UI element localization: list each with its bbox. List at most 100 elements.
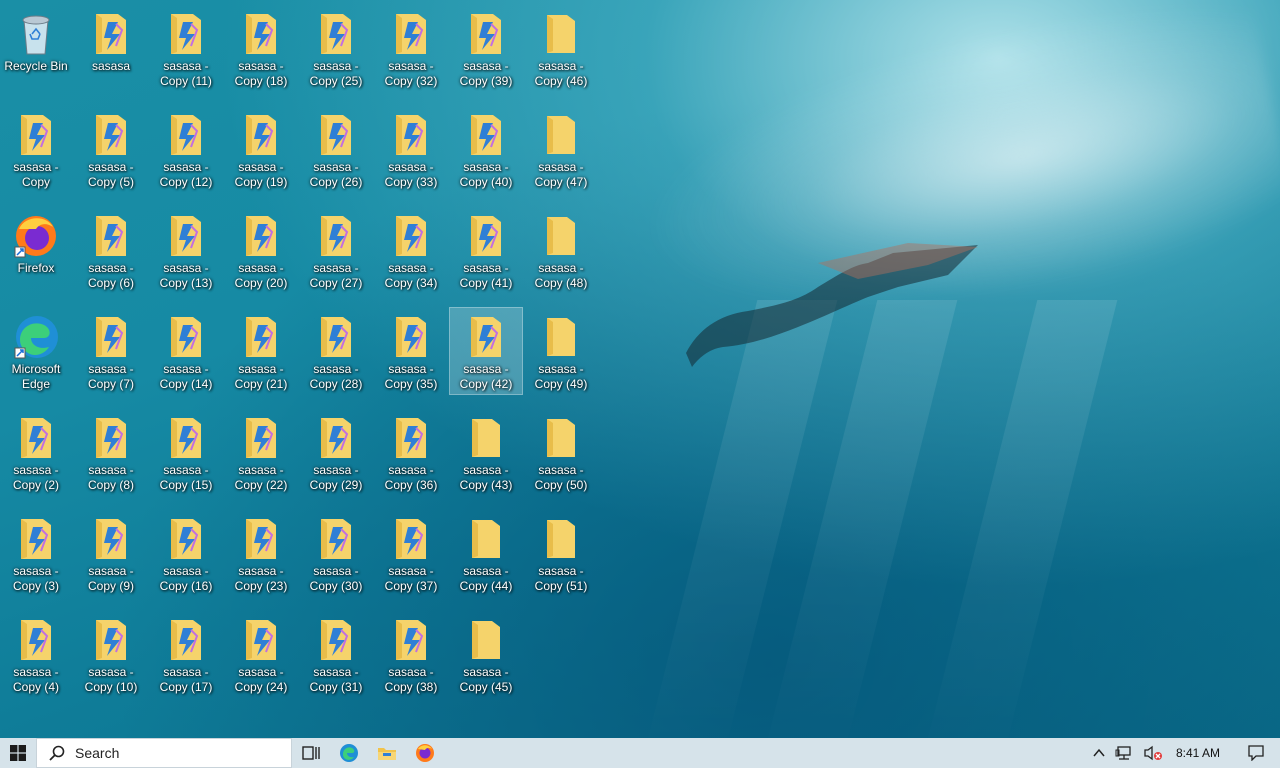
folder-icon (537, 516, 585, 562)
desktop-icon[interactable]: sasasa - Copy (47) (525, 106, 597, 192)
desktop-icon-label: sasasa - Copy (27) (309, 261, 363, 290)
volume-button[interactable] (1138, 738, 1168, 768)
desktop-icon-label: sasasa - Copy (30) (309, 564, 363, 593)
desktop-icon[interactable]: Microsoft Edge (0, 308, 72, 394)
desktop-icon[interactable]: sasasa - Copy (3) (0, 510, 72, 596)
desktop-icon[interactable]: sasasa - Copy (26) (300, 106, 372, 192)
desktop-icon[interactable]: sasasa - Copy (37) (375, 510, 447, 596)
desktop-icon[interactable]: sasasa - Copy (13) (150, 207, 222, 293)
recycle-bin-icon (12, 11, 60, 57)
desktop-icon[interactable]: sasasa - Copy (5) (75, 106, 147, 192)
desktop-icon[interactable]: sasasa - Copy (7) (75, 308, 147, 394)
desktop-icon[interactable]: sasasa - Copy (27) (300, 207, 372, 293)
desktop-icon[interactable]: sasasa - Copy (44) (450, 510, 522, 596)
desktop-icon-label: sasasa - Copy (37) (384, 564, 438, 593)
folder-app-icon (162, 314, 210, 360)
show-hidden-icons-button[interactable] (1088, 738, 1110, 768)
desktop-icon-label: sasasa - Copy (7) (87, 362, 134, 391)
taskbar-file-explorer-button[interactable] (368, 738, 406, 768)
folder-app-icon (87, 415, 135, 461)
desktop-icon[interactable]: sasasa - Copy (41) (450, 207, 522, 293)
desktop-icon[interactable]: sasasa - Copy (48) (525, 207, 597, 293)
desktop-icon[interactable]: sasasa - Copy (38) (375, 611, 447, 697)
desktop-icon[interactable]: sasasa - Copy (45) (450, 611, 522, 697)
desktop-icon[interactable]: sasasa - Copy (19) (225, 106, 297, 192)
taskbar-edge-button[interactable] (330, 738, 368, 768)
desktop-icon[interactable]: sasasa - Copy (8) (75, 409, 147, 495)
desktop-icon[interactable]: sasasa - Copy (42) (449, 307, 523, 395)
desktop-icon-label: sasasa - Copy (15) (159, 463, 213, 492)
taskbar-search-box[interactable]: Search (36, 738, 292, 768)
desktop-icon[interactable]: sasasa - Copy (36) (375, 409, 447, 495)
edge-icon (340, 744, 358, 762)
desktop-icon-label: sasasa - Copy (29) (309, 463, 363, 492)
desktop-icon[interactable]: sasasa - Copy (2) (0, 409, 72, 495)
desktop-icon[interactable]: sasasa - Copy (46) (525, 5, 597, 91)
desktop-icon-label: sasasa - Copy (23) (234, 564, 288, 593)
desktop-icon[interactable]: sasasa - Copy (12) (150, 106, 222, 192)
desktop-icon[interactable]: sasasa - Copy (20) (225, 207, 297, 293)
desktop-icon[interactable]: sasasa - Copy (6) (75, 207, 147, 293)
desktop-icon[interactable]: sasasa - Copy (24) (225, 611, 297, 697)
desktop-icon[interactable]: sasasa - Copy (16) (150, 510, 222, 596)
folder-app-icon (387, 314, 435, 360)
folder-app-icon (237, 415, 285, 461)
desktop-icon[interactable]: sasasa - Copy (50) (525, 409, 597, 495)
desktop-icon[interactable]: Firefox (0, 207, 72, 293)
desktop-icon[interactable]: sasasa - Copy (51) (525, 510, 597, 596)
desktop-icon[interactable]: sasasa - Copy (35) (375, 308, 447, 394)
desktop-icon-label: sasasa - Copy (2) (12, 463, 59, 492)
folder-icon (537, 11, 585, 57)
action-center-button[interactable] (1232, 738, 1280, 768)
desktop-icon-label: sasasa - Copy (34) (384, 261, 438, 290)
folder-app-icon (462, 112, 510, 158)
desktop-icon[interactable]: sasasa - Copy (4) (0, 611, 72, 697)
desktop-icon[interactable]: sasasa - Copy (39) (450, 5, 522, 91)
desktop-icon[interactable]: sasasa - Copy (49) (525, 308, 597, 394)
file-explorer-icon (378, 748, 396, 760)
folder-app-icon (312, 314, 360, 360)
desktop-icon-label: sasasa - Copy (13, 160, 59, 189)
clock[interactable]: 8:41 AM (1168, 738, 1232, 768)
desktop-icon[interactable]: sasasa - Copy (11) (150, 5, 222, 91)
desktop-icon[interactable]: sasasa - Copy (15) (150, 409, 222, 495)
volume-muted-icon (1144, 745, 1162, 761)
desktop-icon[interactable]: sasasa - Copy (31) (300, 611, 372, 697)
desktop-icon[interactable]: sasasa - Copy (29) (300, 409, 372, 495)
desktop-icon-label: Recycle Bin (4, 59, 68, 73)
folder-app-icon (387, 617, 435, 663)
desktop-icon[interactable]: sasasa - Copy (9) (75, 510, 147, 596)
start-button[interactable] (0, 738, 36, 768)
desktop-icon[interactable]: sasasa - Copy (17) (150, 611, 222, 697)
desktop-icon[interactable]: sasasa - Copy (14) (150, 308, 222, 394)
taskbar-firefox-button[interactable] (406, 738, 444, 768)
desktop-icon[interactable]: sasasa - Copy (22) (225, 409, 297, 495)
desktop-icon[interactable]: sasasa - Copy (0, 106, 72, 192)
desktop-icon-label: sasasa - Copy (11) (160, 59, 212, 88)
desktop-icon[interactable]: sasasa (75, 5, 147, 91)
search-placeholder: Search (75, 745, 120, 761)
task-view-icon (302, 746, 320, 760)
desktop-icon[interactable]: sasasa - Copy (34) (375, 207, 447, 293)
desktop-icon[interactable]: sasasa - Copy (10) (75, 611, 147, 697)
desktop-icon[interactable]: Recycle Bin (0, 5, 72, 91)
desktop-icon-label: sasasa - Copy (8) (87, 463, 134, 492)
desktop-icon[interactable]: sasasa - Copy (18) (225, 5, 297, 91)
firefox-icon (12, 213, 60, 259)
desktop-icon[interactable]: sasasa - Copy (23) (225, 510, 297, 596)
network-button[interactable] (1110, 738, 1138, 768)
task-view-button[interactable] (292, 738, 330, 768)
desktop-icon[interactable]: sasasa - Copy (25) (300, 5, 372, 91)
desktop-icon-label: sasasa - Copy (33) (384, 160, 438, 189)
desktop-icon[interactable]: sasasa - Copy (21) (225, 308, 297, 394)
desktop-icon[interactable]: sasasa - Copy (32) (375, 5, 447, 91)
desktop-icon[interactable]: sasasa - Copy (30) (300, 510, 372, 596)
desktop-icon[interactable]: sasasa - Copy (43) (450, 409, 522, 495)
desktop-icon[interactable]: sasasa - Copy (40) (450, 106, 522, 192)
desktop-icon-label: sasasa - Copy (21) (234, 362, 288, 391)
folder-app-icon (237, 11, 285, 57)
desktop-icon-label: sasasa - Copy (32) (384, 59, 438, 88)
desktop-icon[interactable]: sasasa - Copy (28) (300, 308, 372, 394)
firefox-icon (416, 744, 434, 762)
desktop-icon[interactable]: sasasa - Copy (33) (375, 106, 447, 192)
